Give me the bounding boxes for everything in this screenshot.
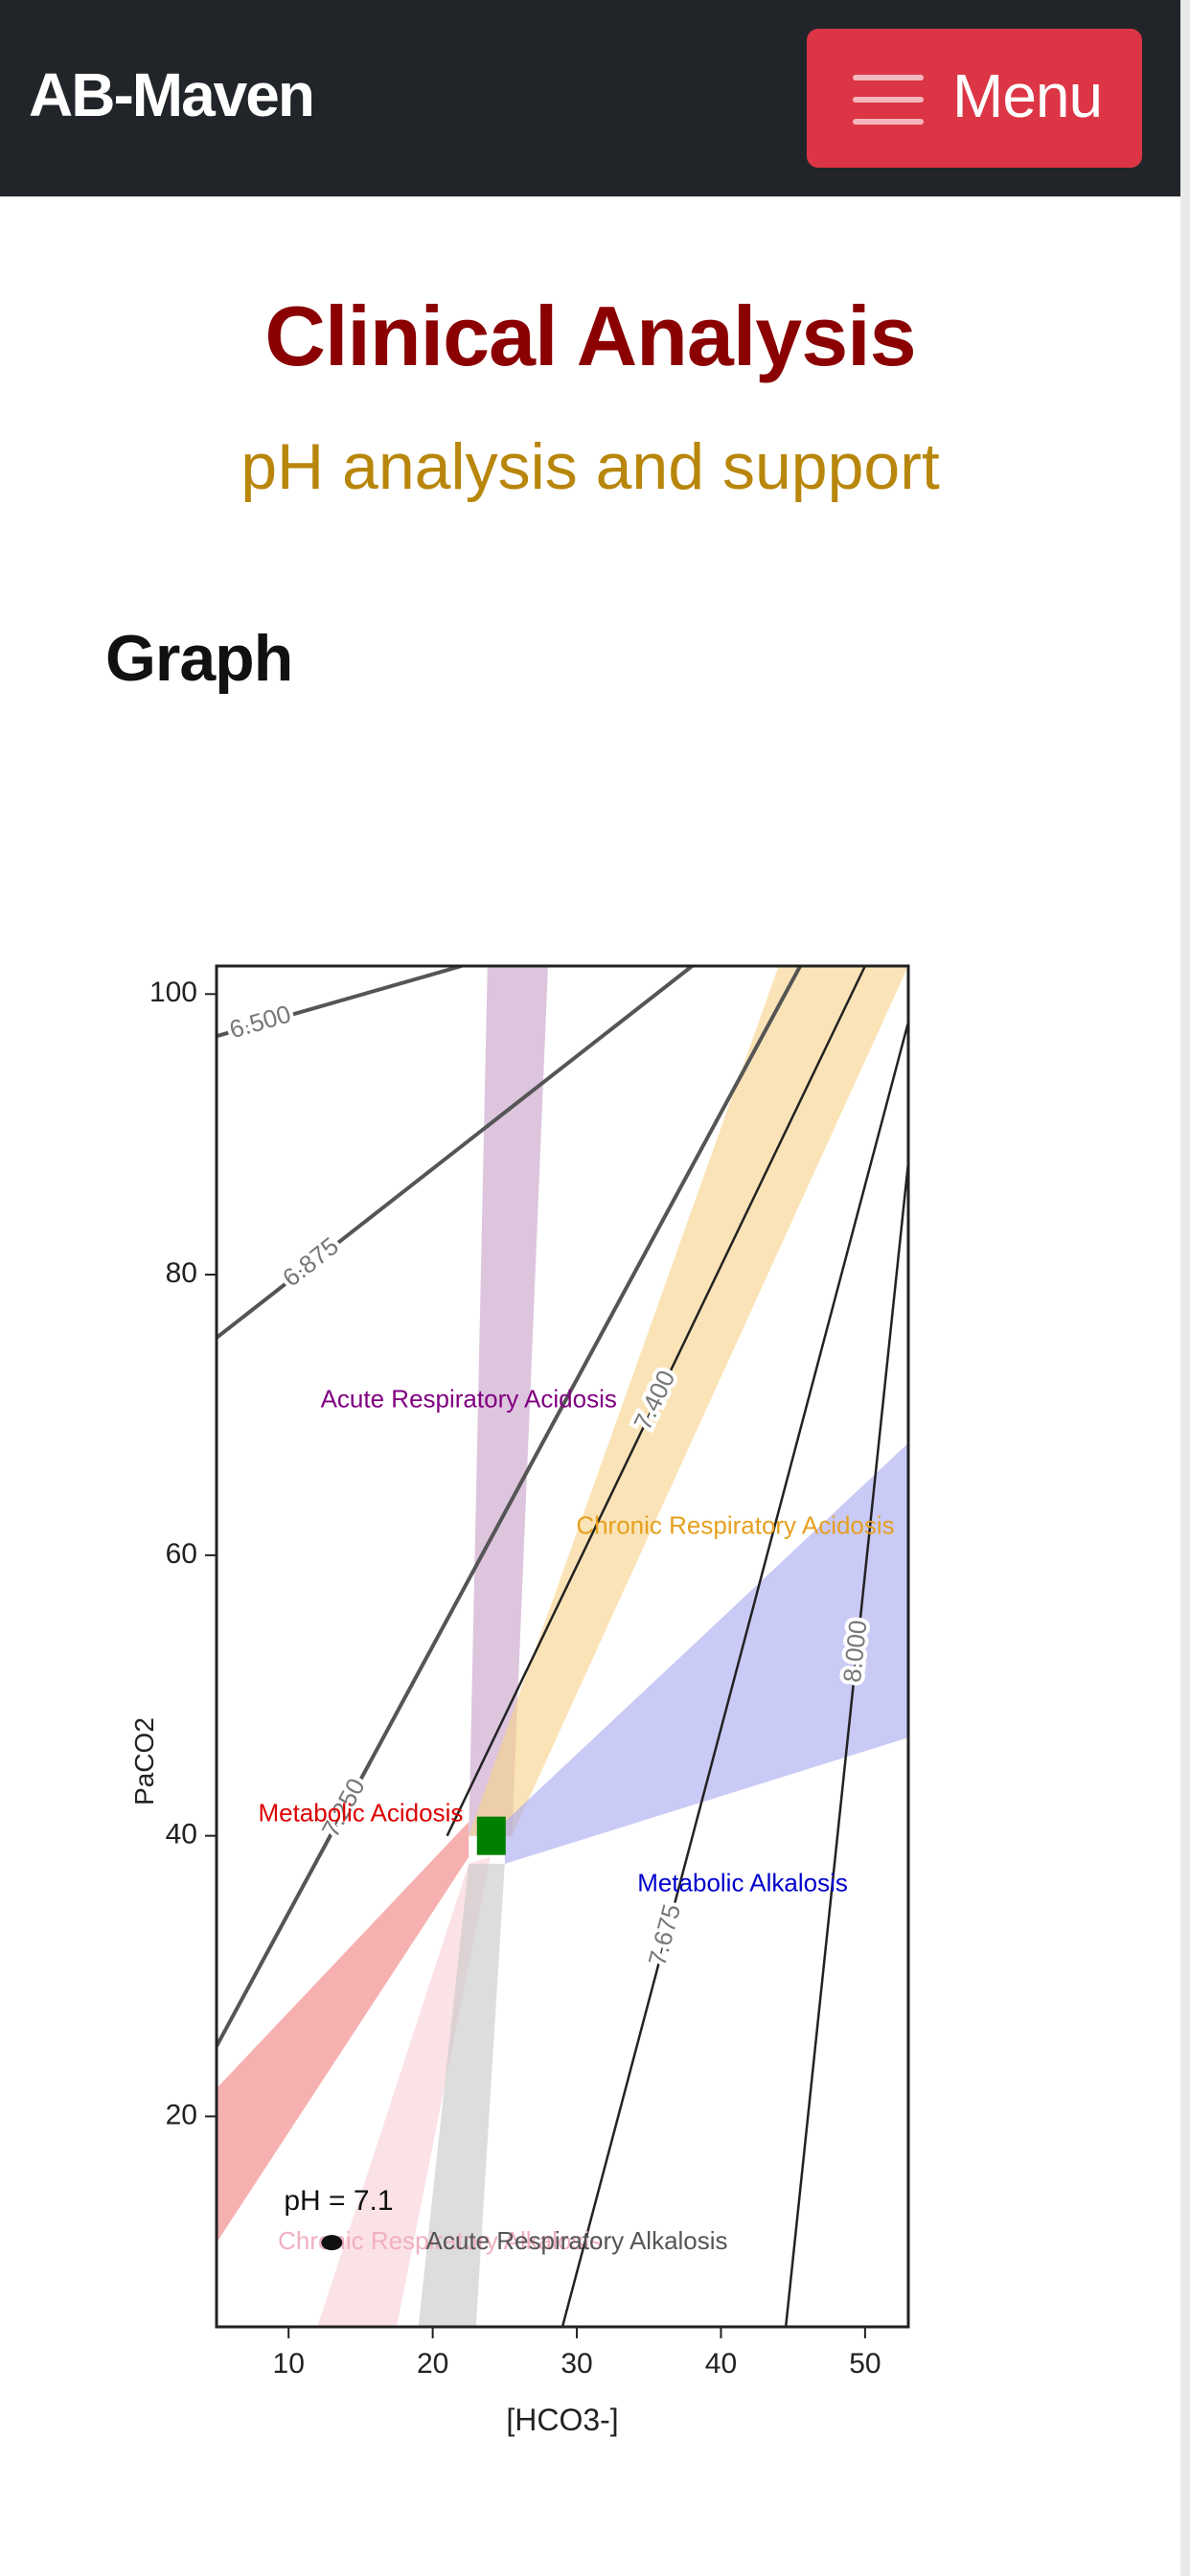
isopleth-label: 6.500 <box>226 1000 294 1045</box>
isopleth-line <box>561 1022 908 2327</box>
plot-frame <box>215 964 910 2329</box>
region-3 <box>217 1821 469 2243</box>
page-title: Clinical Analysis <box>264 288 916 383</box>
graph-heading: Graph <box>105 622 293 695</box>
menu-button-label: Menu <box>952 61 1103 130</box>
y-axis-label: PaCO2 <box>129 1717 159 1806</box>
brand-logo[interactable]: AB-Maven <box>29 59 315 130</box>
plot-area <box>217 966 908 2327</box>
x-tick-label: 20 <box>417 2348 448 2380</box>
x-tick-label: 10 <box>273 2348 305 2380</box>
navbar: AB-Maven Menu <box>0 0 1180 196</box>
y-tick-label: 20 <box>166 2099 197 2130</box>
x-tick-label: 50 <box>849 2348 881 2380</box>
region-label: Chronic Respiratory Acidosis <box>576 1510 894 1539</box>
isopleth-label: 7.250 <box>315 1773 370 1842</box>
menu-button[interactable]: Menu <box>807 29 1142 168</box>
hamburger-icon <box>853 71 924 128</box>
normal-point-marker <box>476 1816 506 1855</box>
region-2 <box>504 1442 908 1864</box>
region-5 <box>418 1863 505 2327</box>
x-tick-label: 30 <box>561 2348 592 2380</box>
isopleth-label: 8.000 <box>837 1619 873 1684</box>
x-tick-label: 40 <box>705 2348 737 2380</box>
x-axis-label: [HCO3-] <box>506 2403 618 2437</box>
region-label: Chronic Respiratory Alkalosis <box>278 2226 602 2255</box>
isopleth-line <box>446 966 867 1837</box>
region-label: Metabolic Acidosis <box>258 1799 463 1828</box>
isopleth-line <box>784 1162 908 2327</box>
region-0 <box>469 966 548 1836</box>
scrollbar[interactable] <box>1180 0 1190 2576</box>
y-tick-label: 100 <box>149 977 197 1008</box>
region-4 <box>317 1856 491 2327</box>
isopleth-label: 6.875 <box>277 1231 344 1293</box>
region-label: Metabolic Alkalosis <box>637 1869 848 1898</box>
ph-diagram-chart: 6.500 6.875 7.250 7.400 7.675 8.000 Acute Resp… <box>129 964 910 2437</box>
y-tick-label: 60 <box>166 1538 197 1570</box>
isopleth-line <box>217 966 802 2048</box>
isopleth-line <box>217 966 463 1039</box>
region-1 <box>469 966 908 1836</box>
patient-point-label: pH = 7.1 <box>284 2185 393 2217</box>
isopleth-label: 7.400 <box>628 1366 680 1435</box>
patient-point-marker <box>321 2235 343 2251</box>
region-label: Acute Respiratory Alkalosis <box>426 2226 728 2255</box>
y-tick-label: 40 <box>166 1819 197 1851</box>
region-label: Acute Respiratory Acidosis <box>321 1385 617 1414</box>
isopleth-line <box>217 966 694 1340</box>
page-subtitle: pH analysis and support <box>240 430 940 503</box>
isopleth-label: 7.675 <box>642 1901 686 1969</box>
y-tick-label: 80 <box>166 1257 197 1289</box>
